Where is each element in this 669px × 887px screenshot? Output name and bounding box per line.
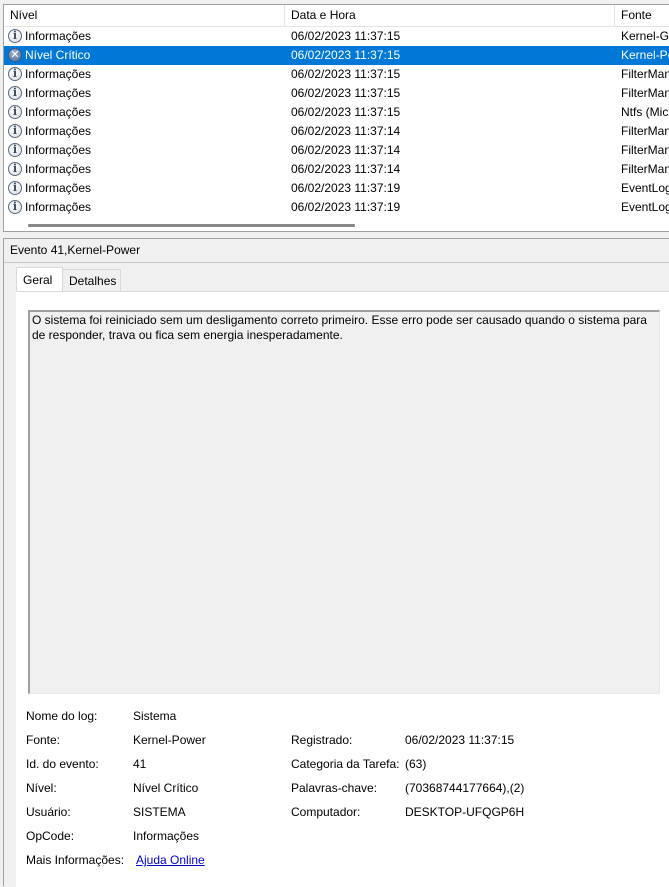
- event-id-value: 41: [133, 757, 147, 771]
- source-label: Fonte:: [26, 733, 61, 747]
- info-icon: i: [8, 180, 22, 195]
- level-value: Nível Crítico: [133, 781, 199, 795]
- opcode-label: OpCode:: [26, 829, 75, 843]
- level-cell: i Informações: [8, 160, 285, 179]
- column-header-level[interactable]: Nível: [4, 5, 285, 26]
- source-cell: FilterManager: [621, 143, 669, 157]
- datetime-cell: 06/02/2023 11:37:15: [291, 86, 401, 100]
- level-text: Informações: [25, 67, 92, 81]
- event-description[interactable]: O sistema foi reiniciado sem um desligam…: [28, 310, 660, 694]
- table-row[interactable]: ✕ Nível Crítico 06/02/2023 11:37:15 Kernel-…: [4, 46, 669, 65]
- datetime-cell: 06/02/2023 11:37:15: [291, 29, 401, 43]
- info-icon: i: [8, 161, 22, 176]
- log-name-value: Sistema: [133, 709, 177, 723]
- online-help-link[interactable]: Ajuda Online: [136, 853, 205, 867]
- source-cell: Ntfs (Microsoft-Windows-Ntfs): [621, 105, 669, 119]
- info-icon: i: [8, 142, 22, 157]
- level-cell: ✕ Nível Crítico: [8, 46, 285, 65]
- user-value: SISTEMA: [133, 805, 186, 819]
- table-row[interactable]: i Informações 06/02/2023 11:37:15 Ntfs (Mic…: [4, 103, 669, 122]
- source-cell: Kernel-Power: [621, 48, 669, 62]
- logged-label: Registrado:: [291, 733, 353, 747]
- event-id-label: Id. do evento:: [26, 757, 99, 771]
- table-row[interactable]: i Informações 06/02/2023 11:37:19 EventLog: [4, 179, 669, 198]
- info-icon: i: [8, 123, 22, 138]
- task-category-value: (63): [405, 757, 427, 771]
- level-text: Informações: [25, 181, 92, 195]
- keywords-value: (70368744177664),(2): [405, 781, 525, 795]
- source-value: Kernel-Power: [133, 733, 206, 747]
- level-text: Nível Crítico: [25, 48, 91, 62]
- info-icon: i: [8, 85, 22, 100]
- datetime-cell: 06/02/2023 11:37:15: [291, 48, 401, 62]
- datetime-cell: 06/02/2023 11:37:15: [291, 105, 401, 119]
- datetime-cell: 06/02/2023 11:37:15: [291, 67, 401, 81]
- column-header-datetime[interactable]: Data e Hora: [285, 5, 615, 26]
- info-icon: i: [8, 28, 22, 43]
- datetime-cell: 06/02/2023 11:37:14: [291, 124, 401, 138]
- datetime-cell: 06/02/2023 11:37:14: [291, 162, 401, 176]
- level-text: Informações: [25, 143, 92, 157]
- event-detail-pane: Evento 41,Kernel-Power Geral Detalhes O …: [3, 238, 669, 887]
- level-text: Informações: [25, 162, 92, 176]
- tab-details[interactable]: Detalhes: [63, 269, 121, 291]
- source-cell: EventLog: [621, 181, 669, 195]
- more-info-label: Mais Informações:: [26, 853, 125, 867]
- list-rows: iInformações06/02/2023 11:37:15Kernel-Ge…: [4, 27, 669, 217]
- computer-label: Computador:: [291, 805, 361, 819]
- source-cell: FilterManager: [621, 124, 669, 138]
- computer-value: DESKTOP-UFQGP6H: [405, 805, 525, 819]
- source-cell: Kernel-General: [621, 29, 669, 43]
- log-name-label: Nome do log:: [26, 709, 98, 723]
- level-text: Informações: [25, 200, 92, 214]
- level-cell: i Informações: [8, 198, 285, 217]
- keywords-label: Palavras-chave:: [291, 781, 378, 795]
- level-text: Informações: [25, 29, 92, 43]
- tab-general[interactable]: Geral: [16, 267, 63, 291]
- events-list[interactable]: Nível Data e Hora Fonte i Informações 06/0…: [3, 4, 669, 232]
- level-cell: i Informações: [8, 141, 285, 160]
- critical-error-icon: ✕: [8, 47, 22, 62]
- table-row[interactable]: i Informações 06/02/2023 11:37:14 FilterMan…: [4, 160, 669, 179]
- level-text: Informações: [25, 124, 92, 138]
- level-cell: i Informações: [8, 84, 285, 103]
- source-cell: FilterManager: [621, 162, 669, 176]
- task-category-label: Categoria da Tarefa:: [291, 757, 400, 771]
- table-row[interactable]: i Informações 06/02/2023 11:37:15 FilterMan…: [4, 65, 669, 84]
- table-row[interactable]: i Informações 06/02/2023 11:37:14 FilterMan…: [4, 141, 669, 160]
- table-row[interactable]: iInformações 06/02/2023 11:37:15 Kernel-Ge…: [4, 27, 669, 46]
- table-row[interactable]: i Informações 06/02/2023 11:37:19 EventLog: [4, 198, 669, 217]
- level-cell: i Informações: [8, 65, 285, 84]
- table-row[interactable]: i Informações 06/02/2023 11:37:14 FilterMan…: [4, 122, 669, 141]
- level-cell: i Informações: [8, 103, 285, 122]
- source-cell: FilterManager: [621, 86, 669, 100]
- datetime-cell: 06/02/2023 11:37:19: [291, 200, 401, 214]
- level-label: Nível:: [26, 781, 57, 795]
- info-icon: i: [8, 66, 22, 81]
- info-icon: i: [8, 199, 22, 214]
- level-text: Informações: [25, 105, 92, 119]
- opcode-value: Informações: [133, 829, 200, 843]
- user-label: Usuário:: [26, 805, 71, 819]
- column-header-source[interactable]: Fonte: [615, 5, 669, 26]
- horizontal-scrollbar[interactable]: [28, 224, 355, 227]
- level-cell: i Informações: [8, 122, 285, 141]
- logged-value: 06/02/2023 11:37:15: [405, 733, 515, 747]
- list-header: Nível Data e Hora Fonte: [4, 5, 669, 27]
- datetime-cell: 06/02/2023 11:37:14: [291, 143, 401, 157]
- info-icon: i: [8, 104, 22, 119]
- datetime-cell: 06/02/2023 11:37:19: [291, 181, 401, 195]
- source-cell: FilterManager: [621, 67, 669, 81]
- table-row[interactable]: i Informações 06/02/2023 11:37:15 FilterMan…: [4, 84, 669, 103]
- general-tab-panel: O sistema foi reiniciado sem um desligam…: [16, 291, 669, 887]
- level-cell: i Informações: [8, 179, 285, 198]
- level-cell: i Informações: [8, 27, 285, 46]
- level-text: Informações: [25, 86, 92, 100]
- source-cell: EventLog: [621, 200, 669, 214]
- event-title: Evento 41,Kernel-Power: [4, 239, 669, 263]
